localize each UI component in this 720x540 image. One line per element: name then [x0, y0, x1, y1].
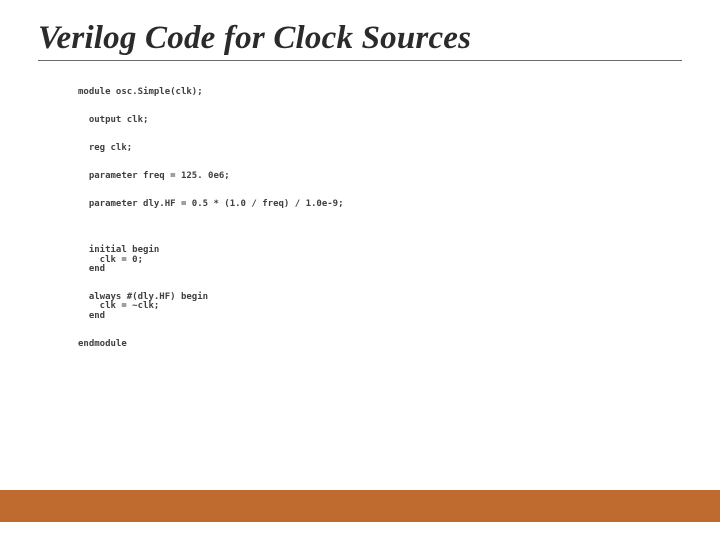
code-line: end	[78, 264, 105, 274]
code-line: module osc.Simple(clk);	[78, 87, 203, 97]
title-underline: Verilog Code for Clock Sources	[38, 20, 682, 61]
code-block: module osc.Simple(clk); output clk; reg …	[78, 79, 720, 359]
code-line: end	[78, 311, 105, 321]
code-line: parameter freq = 125. 0e6;	[78, 171, 230, 181]
slide-title: Verilog Code for Clock Sources	[38, 20, 682, 60]
code-line: parameter dly.HF = 0.5 * (1.0 / freq) / …	[78, 199, 344, 209]
code-line: endmodule	[78, 339, 127, 349]
code-line: reg clk;	[78, 143, 132, 153]
code-line: output clk;	[78, 115, 148, 125]
footer-accent-bar	[0, 490, 720, 522]
slide: Verilog Code for Clock Sources module os…	[0, 0, 720, 540]
